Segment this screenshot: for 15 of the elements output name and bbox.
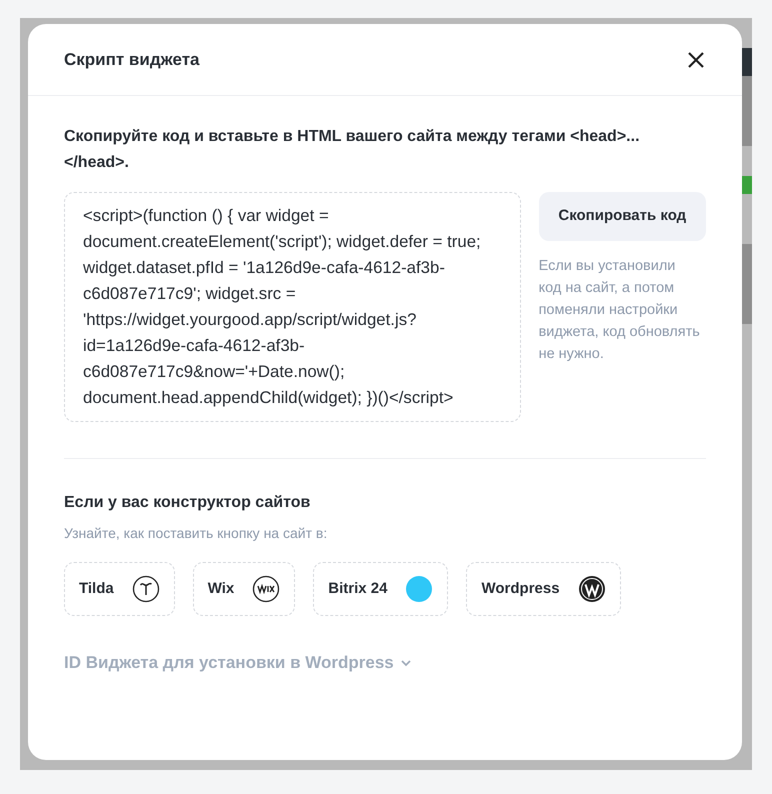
dialog-title: Скрипт виджета bbox=[64, 48, 200, 71]
code-block[interactable]: <script>(function () { var widget = document.createElement('script'); widget.defer = true; widget.dataset.pfId = '1a126d9e-cafa-4612-af3b-c6d087e717c9'; widget.src = 'https://widget.yourgood.app/script/widget.js?id=1a126d9e-cafa-4612-af3b-c6d087e717c9&now='+Date.now(); document.head.appendChild(widget); })()</script> bbox=[64, 192, 521, 422]
instruction-text: Скопируйте код и вставьте в HTML вашего сайта между тегами <head>...</head>. bbox=[64, 127, 641, 173]
copy-code-button[interactable]: Скопировать код bbox=[538, 192, 706, 241]
site-builder-button[interactable]: Tilda bbox=[64, 562, 175, 616]
wix-logo-icon bbox=[252, 575, 280, 603]
wordpress-logo-icon bbox=[578, 575, 606, 603]
builders-title: Если у вас конструктор сайтов bbox=[64, 493, 312, 513]
builders-hint: Узнайте, как поставить кнопку на сайт в: bbox=[64, 524, 328, 543]
site-builder-button[interactable]: Bitrix 24 bbox=[313, 562, 448, 616]
site-builder-button[interactable]: Wordpress bbox=[466, 562, 621, 616]
bitrix-logo-icon bbox=[405, 575, 434, 603]
t-logo-icon bbox=[132, 575, 160, 603]
copy-hint-text: Если вы установили код на сайт, а потом поменяли настройки виджета, код обновлять не нужно. bbox=[538, 257, 701, 364]
site-builder-button[interactable]: Wix bbox=[192, 562, 296, 616]
